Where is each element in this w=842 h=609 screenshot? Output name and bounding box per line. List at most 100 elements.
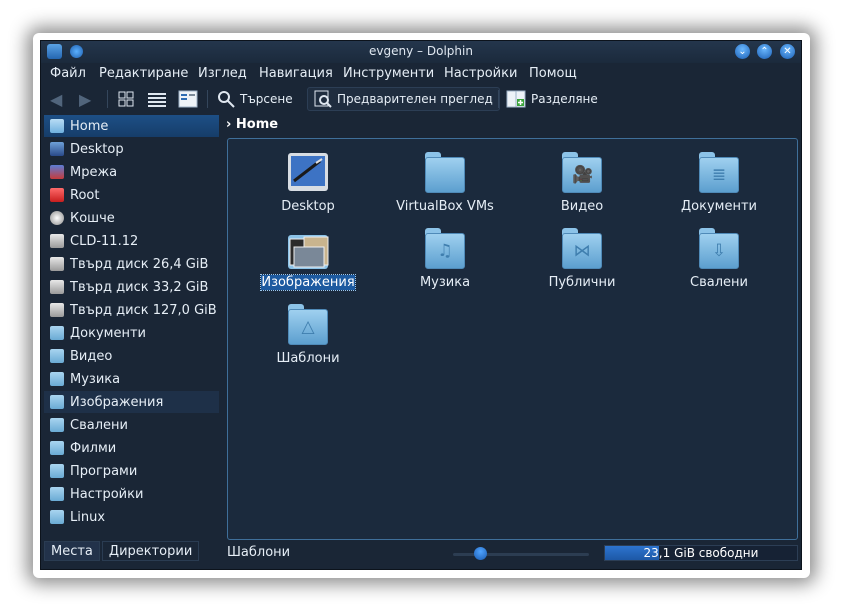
- menu-settings[interactable]: Настройки: [444, 66, 517, 81]
- sidebar-item[interactable]: Видео: [44, 345, 219, 367]
- file-item[interactable]: ⇩ Свалени: [659, 227, 779, 290]
- places-panel: Home Desktop Мрежа Root Кошче CLD-11.12 Твърд …: [44, 115, 219, 535]
- menu-navigation[interactable]: Навигация: [259, 66, 333, 81]
- status-bar: Шаблони 23,1 GiB свободни: [41, 541, 801, 567]
- window-title: evgeny – Dolphin: [369, 44, 473, 58]
- file-name: Видео: [560, 199, 604, 214]
- desktop-icon: [286, 151, 330, 195]
- sidebar-item[interactable]: Програми: [44, 460, 219, 482]
- sidebar-item[interactable]: Home: [44, 115, 219, 137]
- file-item[interactable]: ♫ Музика: [385, 227, 505, 290]
- file-item[interactable]: △ Шаблони: [248, 303, 368, 366]
- sidebar-item[interactable]: Твърд диск 33,2 GiB: [44, 276, 219, 298]
- breadcrumb[interactable]: › Home: [226, 117, 278, 132]
- sidebar-item[interactable]: Филми: [44, 437, 219, 459]
- toolbar-separator: [107, 90, 108, 108]
- sidebar-item-label: Home: [70, 118, 109, 134]
- file-item[interactable]: Изображения: [248, 227, 368, 291]
- menu-file[interactable]: Файл: [50, 66, 86, 81]
- free-space-label: 23,1 GiB свободни: [643, 546, 759, 560]
- sidebar-item[interactable]: Документи: [44, 322, 219, 344]
- sidebar-item[interactable]: Desktop: [44, 138, 219, 160]
- file-name: Публични: [548, 275, 616, 290]
- file-name: Desktop: [281, 199, 335, 214]
- file-item[interactable]: Desktop: [248, 151, 368, 214]
- sidebar-item-label: Кошче: [70, 210, 115, 226]
- video-folder-icon: 🎥: [560, 151, 604, 195]
- file-item[interactable]: ⋈ Публични: [522, 227, 642, 290]
- file-name: VirtualBox VMs: [396, 199, 494, 214]
- templates-folder-icon: △: [286, 303, 330, 347]
- menu-bar: Файл Редактиране Изглед Навигация Инстру…: [41, 63, 801, 85]
- file-item[interactable]: 🎥 Видео: [522, 151, 642, 214]
- settings-folder-icon: [50, 487, 64, 501]
- downloads-folder-icon: ⇩: [697, 227, 741, 271]
- sidebar-item[interactable]: Изображения: [44, 391, 219, 413]
- menu-tools[interactable]: Инструменти: [343, 66, 434, 81]
- sidebar-item[interactable]: CLD-11.12: [44, 230, 219, 252]
- sidebar-item-label: Твърд диск 127,0 GiB: [70, 302, 217, 318]
- sidebar-item[interactable]: Свалени: [44, 414, 219, 436]
- preview-icon: [314, 90, 332, 108]
- sidebar-item[interactable]: Мрежа: [44, 161, 219, 183]
- programs-folder-icon: [50, 464, 64, 478]
- sidebar-item-label: Настройки: [70, 486, 144, 502]
- zoom-slider-handle[interactable]: [474, 547, 488, 560]
- columns-view-icon[interactable]: [178, 87, 198, 111]
- sidebar-item-label: Твърд диск 26,4 GiB: [70, 256, 209, 272]
- search-icon: [218, 91, 235, 108]
- icons-view-icon[interactable]: [118, 87, 136, 111]
- home-folder-icon: [50, 119, 64, 133]
- close-button[interactable]: ✕: [780, 44, 795, 59]
- back-icon[interactable]: ◀: [50, 87, 68, 111]
- sidebar-item-label: Изображения: [70, 394, 164, 410]
- sidebar-item[interactable]: Музика: [44, 368, 219, 390]
- status-text: Шаблони: [227, 545, 291, 560]
- file-item[interactable]: ≣ Документи: [659, 151, 779, 214]
- sidebar-item-label: Твърд диск 33,2 GiB: [70, 279, 209, 295]
- documents-folder-icon: ≣: [697, 151, 741, 195]
- drive-icon: [50, 257, 64, 271]
- folder-icon: [423, 151, 467, 195]
- sidebar-item[interactable]: Настройки: [44, 483, 219, 505]
- sidebar-item[interactable]: Кошче: [44, 207, 219, 229]
- pictures-folder-icon: [50, 395, 64, 409]
- search-label: Търсене: [240, 92, 293, 106]
- trash-icon: [50, 211, 64, 225]
- menu-edit[interactable]: Редактиране: [99, 66, 188, 81]
- preview-button[interactable]: Предварителен преглед: [307, 87, 500, 111]
- minimize-button[interactable]: ⌄: [735, 44, 750, 59]
- split-view-icon: [506, 90, 526, 108]
- forward-icon[interactable]: ▶: [79, 87, 97, 111]
- file-name: Свалени: [690, 275, 748, 290]
- split-button[interactable]: Разделяне: [506, 87, 598, 111]
- sidebar-item-label: Документи: [70, 325, 146, 341]
- file-item[interactable]: VirtualBox VMs: [385, 151, 505, 214]
- sidebar-item[interactable]: Твърд диск 127,0 GiB: [44, 299, 219, 321]
- menu-view[interactable]: Изглед: [198, 66, 247, 81]
- file-name: Шаблони: [276, 351, 340, 366]
- file-view[interactable]: Desktop VirtualBox VMs 🎥 Видео ≣ Документи Изо…: [227, 138, 798, 540]
- sidebar-item-label: CLD-11.12: [70, 233, 139, 249]
- sidebar-item-label: Свалени: [70, 417, 128, 433]
- movies-folder-icon: [50, 441, 64, 455]
- preview-label: Предварителен преглед: [337, 92, 493, 106]
- sidebar-item-label: Root: [70, 187, 100, 203]
- menu-help[interactable]: Помощ: [529, 66, 577, 81]
- details-view-icon[interactable]: [148, 87, 166, 111]
- share-folder-icon: ⋈: [560, 227, 604, 271]
- maximize-button[interactable]: ⌃: [757, 44, 772, 59]
- file-name: Изображения: [260, 274, 356, 291]
- sidebar-item[interactable]: Твърд диск 26,4 GiB: [44, 253, 219, 275]
- search-button[interactable]: Търсене: [217, 87, 293, 111]
- drive-icon: [50, 234, 64, 248]
- sidebar-item-label: Видео: [70, 348, 113, 364]
- title-bar[interactable]: evgeny – Dolphin ⌄ ⌃ ✕: [41, 41, 801, 63]
- sidebar-item-label: Музика: [70, 371, 121, 387]
- toolbar-separator: [498, 90, 499, 108]
- drive-icon: [50, 303, 64, 317]
- sidebar-item[interactable]: Linux: [44, 506, 219, 528]
- breadcrumb-current[interactable]: Home: [236, 117, 278, 132]
- pictures-folder-icon: [286, 227, 330, 271]
- sidebar-item[interactable]: Root: [44, 184, 219, 206]
